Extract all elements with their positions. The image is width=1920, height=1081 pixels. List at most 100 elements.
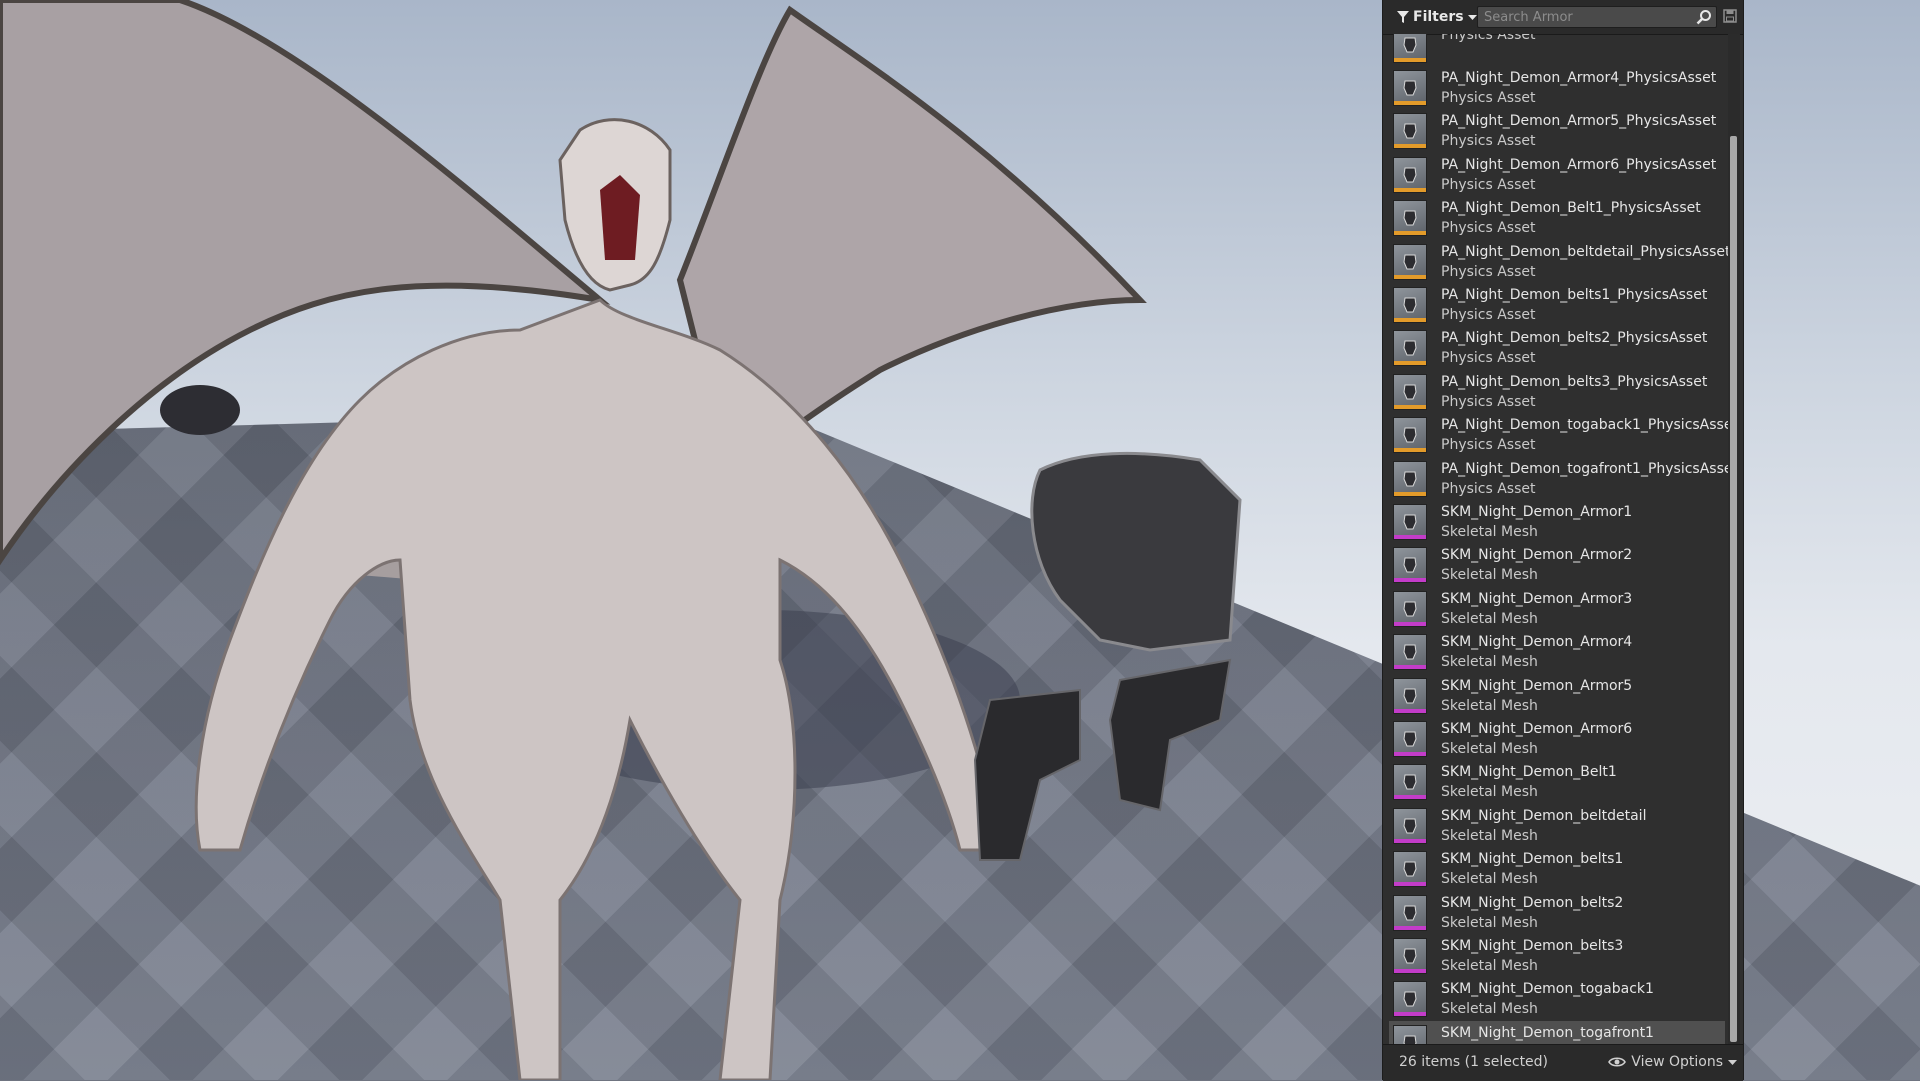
skeletal-mesh-thumbnail — [1393, 851, 1427, 888]
asset-type-color-stripe — [1394, 491, 1426, 496]
asset-name: SKM_Night_Demon_Armor6 — [1441, 720, 1633, 737]
asset-type: Skeletal Mesh — [1441, 784, 1538, 801]
asset-list-item[interactable]: PA_Night_Demon_beltdetail_PhysicsAsset Ph… — [1389, 240, 1728, 283]
asset-type: Physics Asset — [1441, 437, 1536, 454]
asset-preview-icon — [1403, 254, 1417, 269]
filters-button[interactable]: Filters — [1393, 6, 1481, 28]
asset-type-color-stripe — [1394, 187, 1426, 192]
asset-preview-icon — [1403, 471, 1417, 486]
asset-type-color-stripe — [1394, 361, 1426, 366]
asset-list-item[interactable]: SKM_Night_Demon_togaback1 Skeletal Mesh — [1389, 978, 1725, 1021]
asset-text: SKM_Night_Demon_beltdetail Skeletal Mesh — [1441, 806, 1646, 846]
asset-name: PA_Night_Demon_Armor5_PhysicsAsset — [1441, 113, 1717, 130]
asset-preview-icon — [1403, 123, 1417, 139]
asset-list-item[interactable]: SKM_Night_Demon_Armor2 Skeletal Mesh — [1389, 544, 1725, 587]
asset-list-item[interactable]: Physics Asset — [1389, 34, 1725, 66]
asset-type: Skeletal Mesh — [1441, 610, 1538, 627]
skeletal-mesh-thumbnail — [1393, 894, 1427, 931]
asset-type: Physics Asset — [1441, 306, 1536, 323]
asset-name: SKM_Night_Demon_Armor5 — [1441, 677, 1633, 694]
asset-list-item[interactable]: SKM_Night_Demon_Armor1 Skeletal Mesh — [1389, 500, 1725, 543]
asset-type: Skeletal Mesh — [1441, 957, 1538, 974]
asset-text: PA_Night_Demon_togaback1_PhysicsAsset Phy… — [1441, 415, 1728, 455]
asset-list-item[interactable]: PA_Night_Demon_togaback1_PhysicsAsset Phy… — [1389, 414, 1728, 457]
asset-text: SKM_Night_Demon_belts1 Skeletal Mesh — [1441, 849, 1623, 889]
asset-text: SKM_Night_Demon_togaback1 Skeletal Mesh — [1441, 979, 1654, 1019]
asset-text: PA_Night_Demon_Armor4_PhysicsAsset Physic… — [1441, 68, 1716, 108]
asset-type: Physics Asset — [1441, 34, 1536, 43]
asset-list-item[interactable]: PA_Night_Demon_Armor4_PhysicsAsset Physic… — [1389, 66, 1725, 109]
asset-list-item[interactable]: SKM_Night_Demon_Armor6 Skeletal Mesh — [1389, 717, 1725, 760]
asset-preview-icon — [1403, 80, 1417, 96]
search-icon[interactable] — [1696, 9, 1712, 25]
asset-type: Physics Asset — [1441, 176, 1536, 193]
asset-type: Skeletal Mesh — [1441, 740, 1538, 757]
asset-name: SKM_Night_Demon_Armor2 — [1441, 547, 1633, 564]
asset-type: Skeletal Mesh — [1441, 871, 1538, 888]
asset-list-item[interactable]: PA_Night_Demon_Armor5_PhysicsAsset Physic… — [1389, 110, 1725, 153]
asset-type-color-stripe — [1394, 100, 1426, 105]
asset-text: PA_Night_Demon_togafront1_PhysicsAsset Ph… — [1441, 459, 1728, 499]
asset-type-color-stripe — [1394, 925, 1426, 930]
asset-list-item[interactable]: SKM_Night_Demon_togafront1Skeletal Mesh — [1389, 1021, 1725, 1044]
asset-type: Physics Asset — [1441, 263, 1536, 280]
asset-text: PA_Night_Demon_Belt1_PhysicsAsset Physics… — [1441, 198, 1701, 238]
asset-list-item[interactable]: SKM_Night_Demon_Armor4 Skeletal Mesh — [1389, 631, 1725, 674]
asset-list-item[interactable]: PA_Night_Demon_belts1_PhysicsAsset Physic… — [1389, 283, 1725, 326]
skeletal-mesh-thumbnail — [1393, 1024, 1427, 1044]
skeletal-mesh-thumbnail — [1393, 547, 1427, 584]
asset-name: SKM_Night_Demon_belts1 — [1441, 851, 1624, 868]
asset-list-item[interactable]: SKM_Night_Demon_belts3 Skeletal Mesh — [1389, 934, 1725, 977]
physics-asset-thumbnail — [1393, 34, 1427, 63]
view-options-button[interactable]: View Options — [1608, 1054, 1737, 1070]
view-options-label: View Options — [1631, 1054, 1723, 1070]
asset-text: SKM_Night_Demon_belts2 Skeletal Mesh — [1441, 893, 1623, 933]
physics-asset-thumbnail — [1393, 113, 1427, 150]
asset-list-item[interactable]: SKM_Night_Demon_Armor5 Skeletal Mesh — [1389, 674, 1725, 717]
save-search-icon[interactable] — [1723, 9, 1737, 23]
asset-type-color-stripe — [1394, 144, 1426, 149]
asset-list-item[interactable]: PA_Night_Demon_belts3_PhysicsAsset Physic… — [1389, 370, 1725, 413]
chevron-down-icon — [1728, 1059, 1737, 1065]
asset-list-item[interactable]: SKM_Night_Demon_belts1 Skeletal Mesh — [1389, 848, 1725, 891]
asset-name: SKM_Night_Demon_beltdetail — [1441, 807, 1647, 824]
skeletal-mesh-thumbnail — [1393, 677, 1427, 714]
asset-type-color-stripe — [1394, 317, 1426, 322]
asset-text: PA_Night_Demon_belts2_PhysicsAsset Physic… — [1441, 328, 1707, 368]
asset-preview-icon — [1403, 1035, 1417, 1044]
physics-asset-thumbnail — [1393, 417, 1427, 454]
asset-name: PA_Night_Demon_belts3_PhysicsAsset — [1441, 373, 1708, 390]
distant-creature — [160, 385, 240, 435]
asset-list-item[interactable]: SKM_Night_Demon_belts2 Skeletal Mesh — [1389, 891, 1725, 934]
asset-preview-icon — [1403, 37, 1417, 52]
asset-list-item[interactable]: SKM_Night_Demon_beltdetail Skeletal Mesh — [1389, 804, 1725, 847]
asset-type-color-stripe — [1394, 665, 1426, 670]
skeletal-mesh-thumbnail — [1393, 590, 1427, 627]
asset-type: Skeletal Mesh — [1441, 914, 1538, 931]
asset-list-item[interactable]: PA_Night_Demon_togafront1_PhysicsAsset Ph… — [1389, 457, 1728, 500]
asset-list-item[interactable]: PA_Night_Demon_Belt1_PhysicsAsset Physics… — [1389, 197, 1725, 240]
item-count-text: 26 items (1 selected) — [1399, 1054, 1549, 1070]
search-input[interactable] — [1478, 7, 1700, 27]
skeletal-mesh-thumbnail — [1393, 634, 1427, 671]
asset-type: Physics Asset — [1441, 220, 1536, 237]
asset-type-color-stripe — [1394, 534, 1426, 539]
asset-text: PA_Night_Demon_beltdetail_PhysicsAsset Ph… — [1441, 242, 1728, 282]
asset-name: SKM_Night_Demon_Armor1 — [1441, 503, 1633, 520]
asset-preview-icon — [1403, 731, 1417, 747]
content-browser-statusbar: 26 items (1 selected) View Options — [1383, 1044, 1743, 1081]
asset-list-item[interactable]: SKM_Night_Demon_Belt1 Skeletal Mesh — [1389, 761, 1725, 804]
asset-type-color-stripe — [1394, 751, 1426, 756]
asset-name: PA_Night_Demon_Armor6_PhysicsAsset — [1441, 156, 1717, 173]
asset-list-item[interactable]: PA_Night_Demon_belts2_PhysicsAsset Physic… — [1389, 327, 1725, 370]
asset-type: Physics Asset — [1441, 133, 1536, 150]
asset-preview-icon — [1403, 861, 1417, 877]
asset-list-scrollbar[interactable] — [1728, 34, 1740, 1044]
asset-list-item[interactable]: PA_Night_Demon_Armor6_PhysicsAsset Physic… — [1389, 153, 1725, 196]
asset-type-color-stripe — [1394, 448, 1426, 453]
asset-list-item[interactable]: SKM_Night_Demon_Armor3 Skeletal Mesh — [1389, 587, 1725, 630]
asset-text: SKM_Night_Demon_Armor6 Skeletal Mesh — [1441, 719, 1632, 759]
asset-preview-icon — [1403, 557, 1417, 573]
scrollbar-thumb[interactable] — [1730, 136, 1737, 1042]
asset-type-color-stripe — [1394, 968, 1426, 973]
